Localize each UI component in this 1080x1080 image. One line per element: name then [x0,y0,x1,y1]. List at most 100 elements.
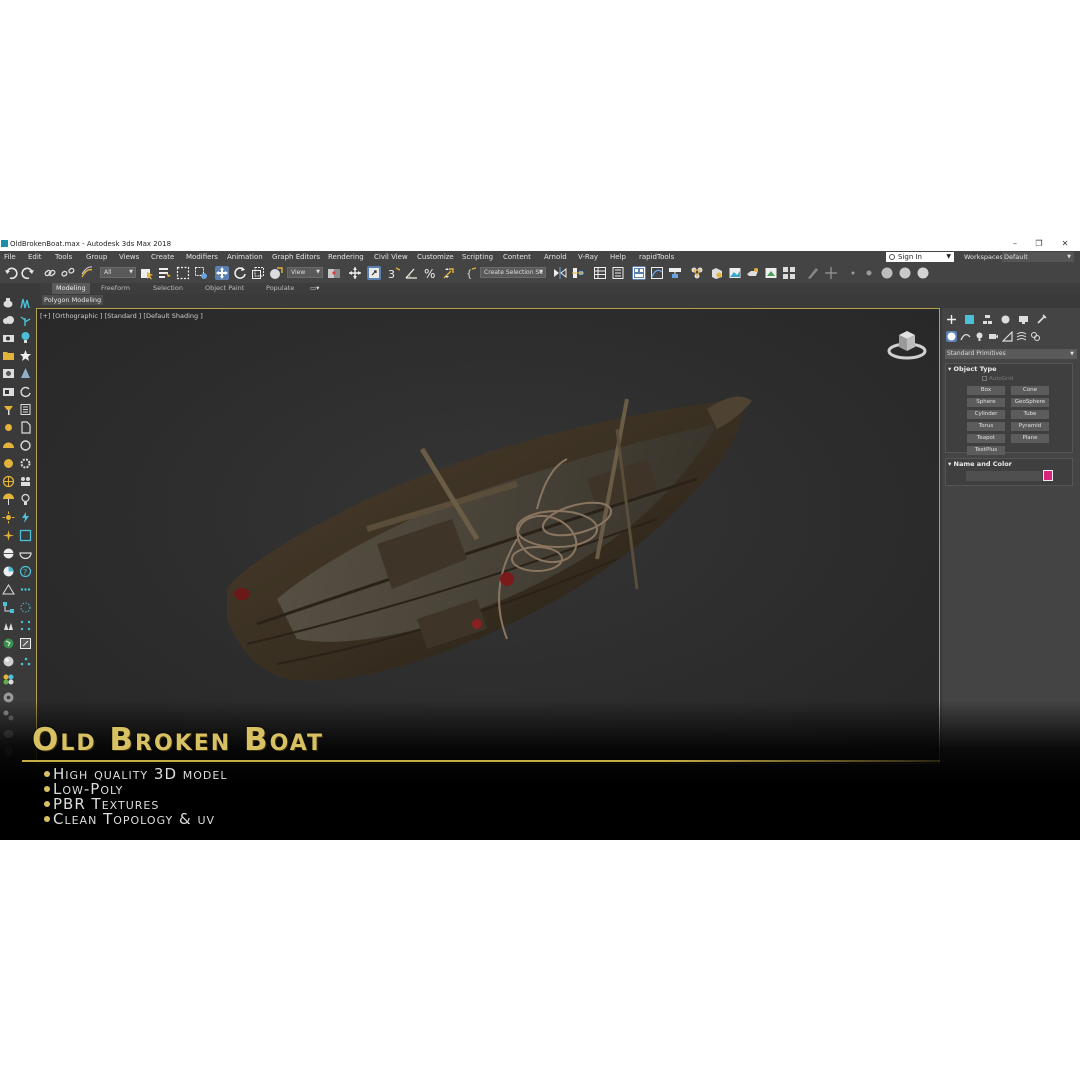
sign-in-button[interactable]: Sign In ▼ [886,252,954,262]
ribbon-options-icon[interactable]: ▭▾ [310,283,319,294]
ref-coord-dropdown[interactable]: View ▼ [287,267,323,278]
box-button[interactable]: Box [967,386,1005,395]
modify-tab-icon[interactable] [964,314,975,325]
polygon-modeling-panel[interactable]: Polygon Modeling [42,295,103,305]
sun-small-icon[interactable] [2,511,15,524]
lightning-icon[interactable] [19,511,32,524]
lamp-icon[interactable] [2,403,15,416]
circle-dots-icon[interactable] [19,601,32,614]
camera-icon[interactable] [2,331,15,344]
shapes-icon[interactable] [960,331,971,342]
edit-named-selection-icon[interactable]: { [464,266,478,280]
spinner-snap-icon[interactable] [441,266,455,280]
selection-filter-dropdown[interactable]: All ▼ [100,267,136,278]
rect-selection-icon[interactable] [176,266,190,280]
scatter-icon[interactable] [19,655,32,668]
viewport-label[interactable]: [+] [Orthographic ] [Standard ] [Default… [40,312,203,320]
tab-selection[interactable]: Selection [153,283,183,294]
cloud-icon[interactable] [2,314,15,327]
window-crossing-icon[interactable] [194,266,208,280]
primitive-category-dropdown[interactable]: Standard Primitives ▼ [945,349,1077,359]
star-icon[interactable] [19,349,32,362]
people-icon[interactable] [19,475,32,488]
select-by-name-icon[interactable] [158,266,172,280]
motion-tab-icon[interactable] [1000,314,1011,325]
align-icon[interactable] [571,266,585,280]
torus-button[interactable]: Torus [967,422,1005,431]
tab-modeling[interactable]: Modeling [52,283,90,294]
pie-icon[interactable] [2,565,15,578]
minimize-button[interactable]: – [1006,237,1024,251]
color-balls-icon[interactable] [2,673,15,686]
systems-icon[interactable] [1030,331,1041,342]
menu-modifiers[interactable]: Modifiers [186,251,218,263]
autogrid-checkbox[interactable]: AutoGrid [982,376,1013,382]
network-icon[interactable] [2,601,15,614]
gear-icon[interactable] [19,457,32,470]
rendered-frame-window-icon[interactable] [728,266,742,280]
menu-content[interactable]: Content [503,251,531,263]
teapot-button[interactable]: Teapot [967,434,1005,443]
sphere-icon[interactable] [916,266,930,280]
render-setup-icon[interactable] [710,266,724,280]
lights-icon[interactable] [974,331,985,342]
geosphere-button[interactable]: GeoSphere [1011,398,1049,407]
sphere-button[interactable]: Sphere [967,398,1005,407]
bulb-icon[interactable] [2,457,15,470]
menu-rendering[interactable]: Rendering [328,251,364,263]
plant-icon[interactable] [19,314,32,327]
bush-icon[interactable] [2,619,15,632]
cone-icon[interactable] [19,367,32,380]
boat-model[interactable] [217,389,757,709]
menu-vray[interactable]: V-Ray [578,251,598,263]
display-tab-icon[interactable] [1018,314,1029,325]
transform-toolbox-icon[interactable] [824,266,838,280]
select-rotate-icon[interactable] [233,266,247,280]
plane-button[interactable]: Plane [1011,434,1049,443]
snaps-toggle-icon[interactable]: 3 [387,266,401,280]
render-iterative-icon[interactable] [764,266,778,280]
sphere-icon[interactable] [898,266,912,280]
tab-freeform[interactable]: Freeform [101,283,130,294]
angle-snap-icon[interactable] [405,266,419,280]
map-icon[interactable] [2,637,15,650]
pivot-center-icon[interactable] [327,266,341,280]
redo-icon[interactable] [21,266,35,280]
folder-icon[interactable] [2,349,15,362]
maximize-button[interactable]: ❐ [1030,237,1048,251]
mirror-icon[interactable] [553,266,567,280]
lightbulb-icon[interactable] [19,493,32,506]
sky-icon[interactable] [2,439,15,452]
bowl-icon[interactable] [19,547,32,560]
menu-scripting[interactable]: Scripting [462,251,493,263]
help-icon[interactable]: ? [19,565,32,578]
menu-customize[interactable]: Customize [417,251,454,263]
object-type-header[interactable]: ▾ Object Type [948,365,997,373]
percent-snap-icon[interactable]: % [423,266,437,280]
ball-icon[interactable] [2,547,15,560]
tube-button[interactable]: Tube [1011,410,1049,419]
textplus-button[interactable]: TextPlus [967,446,1005,455]
space-warps-icon[interactable] [1016,331,1027,342]
bind-space-warp-icon[interactable] [80,266,94,280]
helpers-icon[interactable] [1002,331,1013,342]
toggle-ribbon-icon[interactable] [632,266,646,280]
menu-animation[interactable]: Animation [227,251,263,263]
dots-grid-icon[interactable] [19,619,32,632]
select-object-icon[interactable] [140,266,154,280]
render-grid-icon[interactable] [782,266,796,280]
rotate-icon[interactable] [19,385,32,398]
schematic-view-icon[interactable] [668,266,682,280]
hierarchy-tab-icon[interactable] [982,314,993,325]
star-burst-icon[interactable] [2,529,15,542]
unlink-icon[interactable] [61,266,75,280]
render-production-icon[interactable] [746,266,760,280]
cone-button[interactable]: Cone [1011,386,1049,395]
create-tab-icon[interactable] [946,314,957,325]
menu-tools[interactable]: Tools [55,251,72,263]
menu-graph-editors[interactable]: Graph Editors [272,251,320,263]
menu-file[interactable]: File [4,251,16,263]
teapot-icon[interactable] [2,296,15,309]
menu-edit[interactable]: Edit [28,251,42,263]
menu-arnold[interactable]: Arnold [544,251,567,263]
